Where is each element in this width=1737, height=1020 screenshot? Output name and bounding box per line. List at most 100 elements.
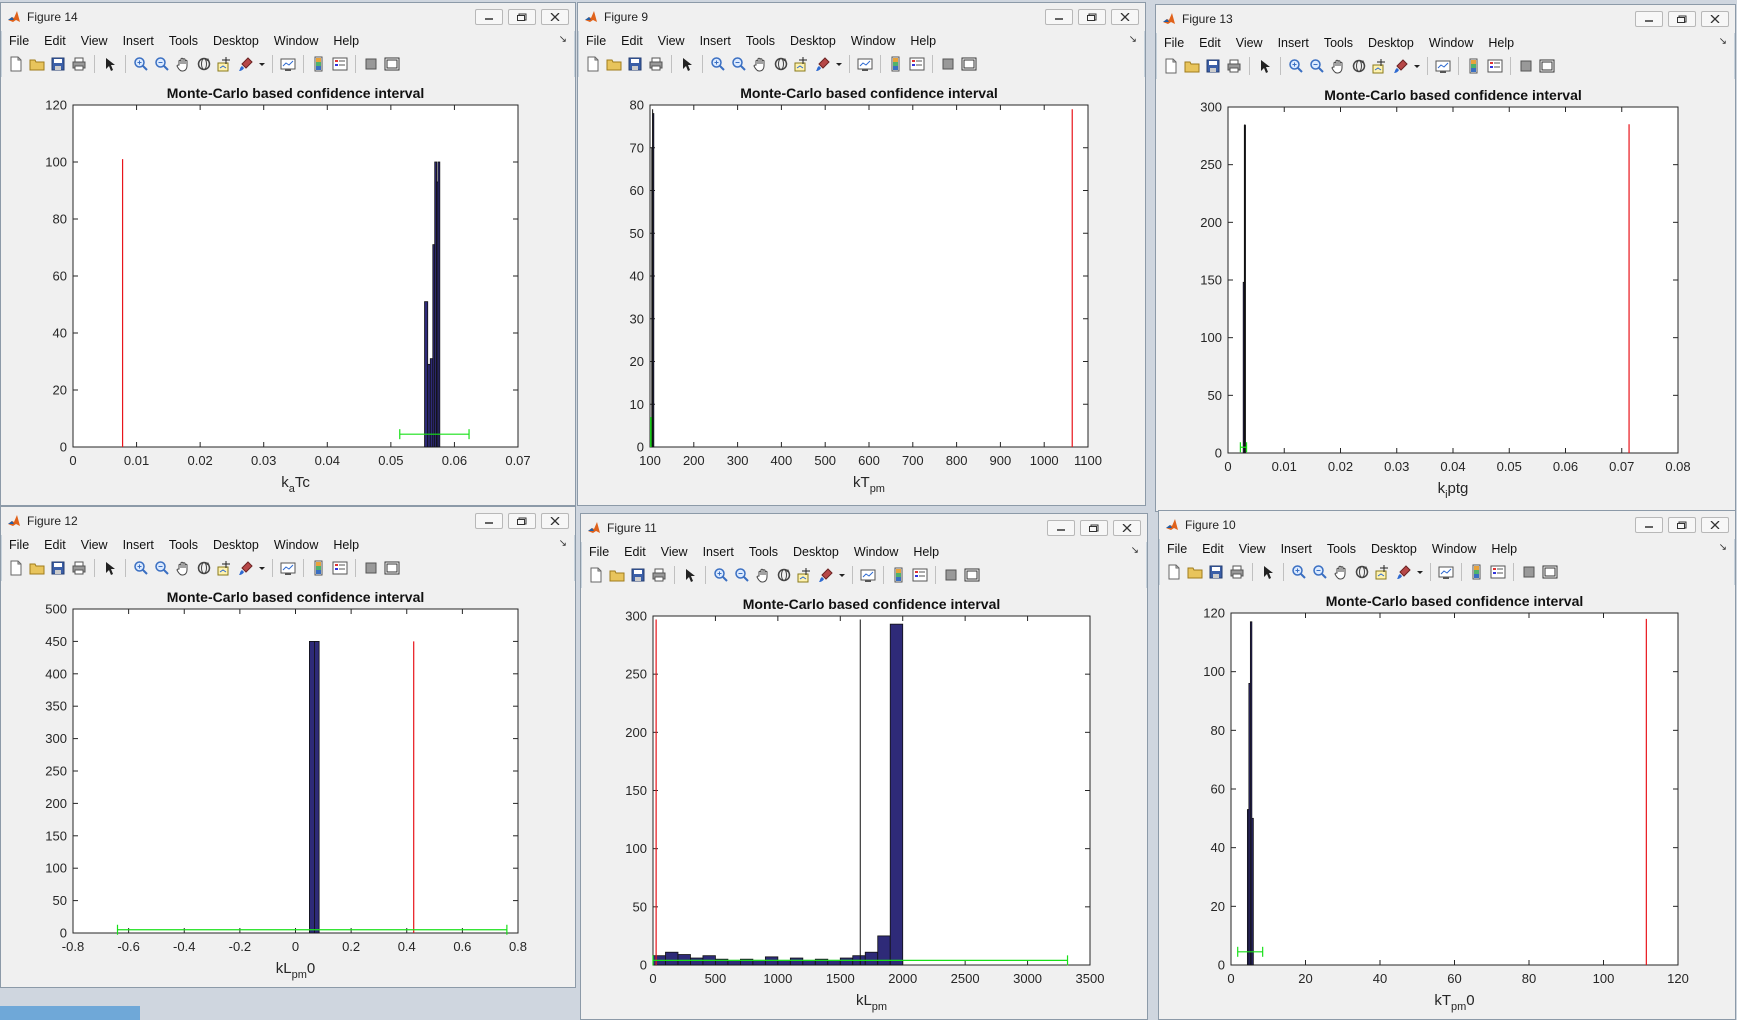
- print-icon[interactable]: [1228, 563, 1246, 581]
- menu-item-desktop[interactable]: Desktop: [790, 34, 836, 48]
- menu-item-insert[interactable]: Insert: [1281, 542, 1312, 556]
- minimize-button[interactable]: [475, 513, 503, 529]
- menu-item-file[interactable]: File: [1167, 542, 1187, 556]
- window-titlebar[interactable]: Figure 12: [1, 507, 575, 535]
- maximize-button[interactable]: [508, 9, 536, 25]
- menu-item-desktop[interactable]: Desktop: [1368, 36, 1414, 50]
- menu-item-window[interactable]: Window: [854, 545, 898, 559]
- zoom-in-icon[interactable]: [709, 55, 727, 73]
- zoom-out-icon[interactable]: [1311, 563, 1329, 581]
- link-plot-icon[interactable]: [859, 566, 877, 584]
- show-plot-tools-icon[interactable]: [1538, 57, 1556, 75]
- figure-canvas[interactable]: 0 20 40 60 80 100 120 0 20 40 60 80 100 120 Monte-Carl…: [1159, 585, 1735, 1019]
- menu-item-file[interactable]: File: [9, 34, 29, 48]
- window-titlebar[interactable]: Figure 11: [581, 514, 1147, 542]
- close-button[interactable]: [1113, 520, 1141, 536]
- hide-plot-tools-icon[interactable]: [939, 55, 957, 73]
- brush-icon[interactable]: [817, 566, 835, 584]
- menu-item-edit[interactable]: Edit: [1202, 542, 1224, 556]
- menu-dock-arrow-icon[interactable]: ↘: [1719, 542, 1727, 553]
- menu-item-view[interactable]: View: [661, 545, 688, 559]
- maximize-button[interactable]: [1668, 11, 1696, 27]
- menu-item-window[interactable]: Window: [1429, 36, 1473, 50]
- figure-canvas[interactable]: 0 0.01 0.02 0.03 0.04 0.05 0.06 0.07 0 20 40 60 80 10…: [1, 77, 575, 505]
- link-plot-icon[interactable]: [856, 55, 874, 73]
- menu-item-desktop[interactable]: Desktop: [213, 34, 259, 48]
- figure-window[interactable]: Figure 14 File Edit View Insert Tools Desktop W…: [0, 2, 576, 506]
- new-figure-icon[interactable]: [584, 55, 602, 73]
- zoom-in-icon[interactable]: [132, 55, 150, 73]
- save-icon[interactable]: [49, 559, 67, 577]
- minimize-button[interactable]: [1045, 9, 1073, 25]
- window-titlebar[interactable]: Figure 14: [1, 3, 575, 31]
- menu-item-view[interactable]: View: [658, 34, 685, 48]
- rotate-3d-icon[interactable]: [1353, 563, 1371, 581]
- menu-item-help[interactable]: Help: [1488, 36, 1514, 50]
- brush-dropdown-icon[interactable]: [258, 559, 266, 577]
- menu-item-insert[interactable]: Insert: [1278, 36, 1309, 50]
- new-figure-icon[interactable]: [7, 559, 25, 577]
- pan-hand-icon[interactable]: [1332, 563, 1350, 581]
- link-plot-icon[interactable]: [1434, 57, 1452, 75]
- window-titlebar[interactable]: Figure 9: [578, 3, 1145, 31]
- menu-item-tools[interactable]: Tools: [169, 34, 198, 48]
- brush-dropdown-icon[interactable]: [1416, 563, 1424, 581]
- save-icon[interactable]: [49, 55, 67, 73]
- data-cursor-icon[interactable]: [1371, 57, 1389, 75]
- menu-item-help[interactable]: Help: [913, 545, 939, 559]
- new-figure-icon[interactable]: [587, 566, 605, 584]
- menu-item-view[interactable]: View: [81, 34, 108, 48]
- menu-item-tools[interactable]: Tools: [1327, 542, 1356, 556]
- menu-dock-arrow-icon[interactable]: ↘: [559, 538, 567, 549]
- menu-dock-arrow-icon[interactable]: ↘: [559, 34, 567, 45]
- legend-icon[interactable]: [911, 566, 929, 584]
- brush-dropdown-icon[interactable]: [838, 566, 846, 584]
- minimize-button[interactable]: [475, 9, 503, 25]
- select-arrow-icon[interactable]: [101, 559, 119, 577]
- window-titlebar[interactable]: Figure 10: [1159, 511, 1735, 539]
- open-file-icon[interactable]: [1186, 563, 1204, 581]
- brush-icon[interactable]: [1395, 563, 1413, 581]
- brush-dropdown-icon[interactable]: [835, 55, 843, 73]
- figure-canvas[interactable]: 100 200 300 400 500 600 700 800 900 1000 1100 0 10 20…: [578, 77, 1145, 505]
- print-icon[interactable]: [1225, 57, 1243, 75]
- close-button[interactable]: [1701, 517, 1729, 533]
- menu-item-view[interactable]: View: [81, 538, 108, 552]
- menu-dock-arrow-icon[interactable]: ↘: [1131, 545, 1139, 556]
- print-icon[interactable]: [70, 55, 88, 73]
- figure-canvas[interactable]: 0 0.01 0.02 0.03 0.04 0.05 0.06 0.07 0.08 0 50 100 1…: [1156, 79, 1735, 511]
- save-icon[interactable]: [629, 566, 647, 584]
- data-cursor-icon[interactable]: [216, 559, 234, 577]
- show-plot-tools-icon[interactable]: [960, 55, 978, 73]
- open-file-icon[interactable]: [28, 559, 46, 577]
- zoom-out-icon[interactable]: [1308, 57, 1326, 75]
- figure-canvas[interactable]: -0.8 -0.6 -0.4 -0.2 0 0.2 0.4 0.6 0.8 0 50 100 150 20…: [1, 581, 575, 987]
- brush-icon[interactable]: [237, 55, 255, 73]
- menu-item-edit[interactable]: Edit: [624, 545, 646, 559]
- show-plot-tools-icon[interactable]: [963, 566, 981, 584]
- menu-item-file[interactable]: File: [9, 538, 29, 552]
- menu-item-window[interactable]: Window: [851, 34, 895, 48]
- rotate-3d-icon[interactable]: [195, 559, 213, 577]
- colorbar-icon[interactable]: [310, 559, 328, 577]
- menu-item-edit[interactable]: Edit: [621, 34, 643, 48]
- menu-item-window[interactable]: Window: [1432, 542, 1476, 556]
- maximize-button[interactable]: [508, 513, 536, 529]
- menu-item-help[interactable]: Help: [333, 34, 359, 48]
- legend-icon[interactable]: [1489, 563, 1507, 581]
- zoom-in-icon[interactable]: [1287, 57, 1305, 75]
- save-icon[interactable]: [1207, 563, 1225, 581]
- select-arrow-icon[interactable]: [101, 55, 119, 73]
- select-arrow-icon[interactable]: [678, 55, 696, 73]
- minimize-button[interactable]: [1047, 520, 1075, 536]
- menu-item-help[interactable]: Help: [333, 538, 359, 552]
- print-icon[interactable]: [70, 559, 88, 577]
- figure-window[interactable]: Figure 13 File Edit View Insert Tools Desktop W…: [1155, 4, 1736, 512]
- open-file-icon[interactable]: [28, 55, 46, 73]
- pan-hand-icon[interactable]: [174, 559, 192, 577]
- menu-item-file[interactable]: File: [589, 545, 609, 559]
- menu-item-desktop[interactable]: Desktop: [1371, 542, 1417, 556]
- pan-hand-icon[interactable]: [754, 566, 772, 584]
- maximize-button[interactable]: [1078, 9, 1106, 25]
- figure-window[interactable]: Figure 12 File Edit View Insert Tools Desktop W…: [0, 506, 576, 988]
